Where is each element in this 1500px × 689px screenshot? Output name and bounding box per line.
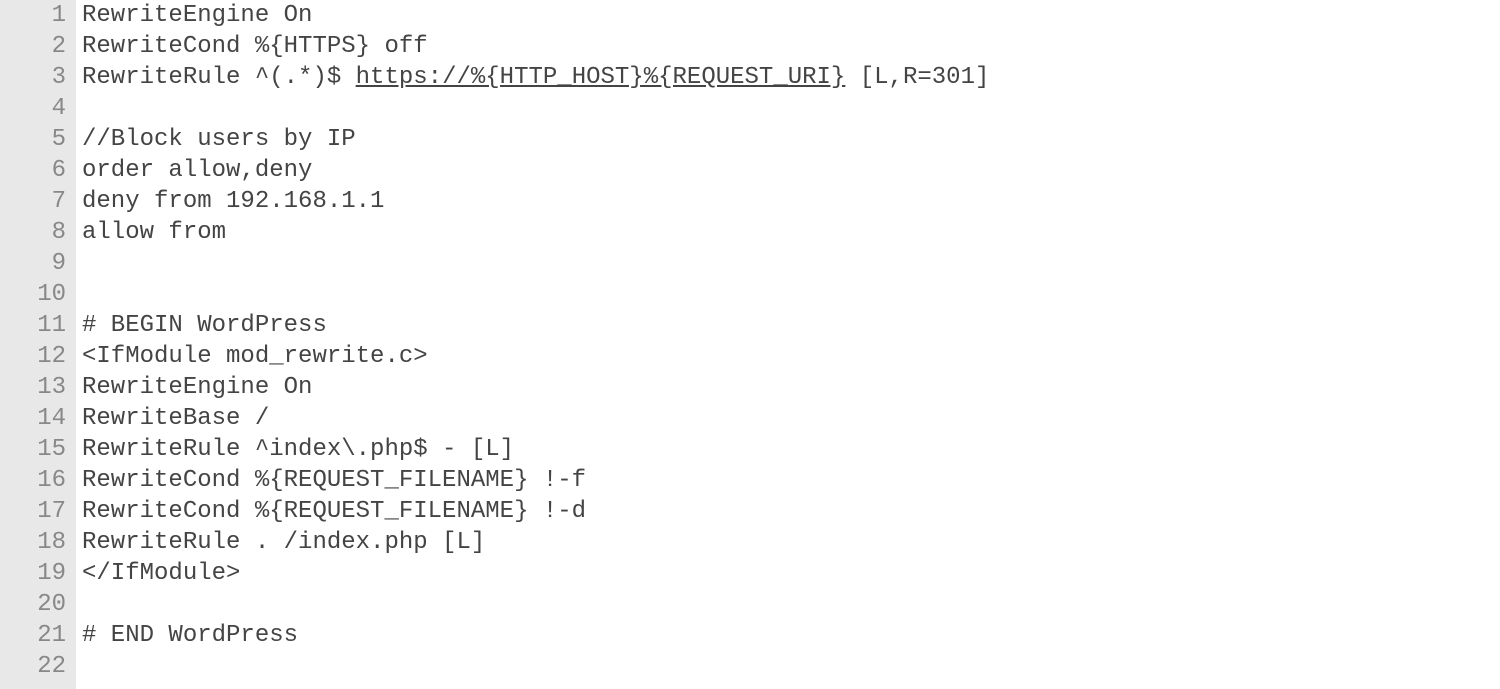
code-text-segment: RewriteBase / <box>82 405 269 432</box>
code-text-segment: deny from 192.168.1.1 <box>82 188 384 215</box>
code-text-segment: //Block users by IP <box>82 126 356 153</box>
code-line[interactable]: RewriteCond %{REQUEST_FILENAME} !-f <box>82 465 989 496</box>
code-text-segment: allow from <box>82 219 226 246</box>
code-text-segment: [L,R=301] <box>845 64 989 91</box>
line-number: 10 <box>0 279 66 310</box>
line-number: 8 <box>0 217 66 248</box>
line-number: 14 <box>0 403 66 434</box>
code-line[interactable]: RewriteEngine On <box>82 0 989 31</box>
code-content[interactable]: RewriteEngine On RewriteCond %{HTTPS} off… <box>76 0 989 689</box>
line-number: 3 <box>0 62 66 93</box>
line-number: 4 <box>0 93 66 124</box>
code-line[interactable]: RewriteRule ^index\.php$ - [L] <box>82 434 989 465</box>
code-text-segment: RewriteRule ^(.*)$ <box>82 64 356 91</box>
code-text-segment: RewriteRule ^index\.php$ - [L] <box>82 436 514 463</box>
line-number: 7 <box>0 186 66 217</box>
code-line[interactable]: <IfModule mod_rewrite.c> <box>82 341 989 372</box>
line-number: 12 <box>0 341 66 372</box>
code-text-segment: RewriteEngine On <box>82 374 312 401</box>
code-line[interactable]: RewriteBase / <box>82 403 989 434</box>
line-number-gutter: 12345678910111213141516171819202122 <box>0 0 76 689</box>
code-editor: 12345678910111213141516171819202122 Rewr… <box>0 0 1500 689</box>
code-line[interactable]: deny from 192.168.1.1 <box>82 186 989 217</box>
code-line[interactable] <box>82 589 989 620</box>
code-text-segment: RewriteEngine On <box>82 2 312 29</box>
line-number: 1 <box>0 0 66 31</box>
code-line[interactable]: RewriteRule ^(.*)$ https://%{HTTP_HOST}%… <box>82 62 989 93</box>
line-number: 20 <box>0 589 66 620</box>
code-text-segment: </IfModule> <box>82 560 240 587</box>
code-line[interactable]: # BEGIN WordPress <box>82 310 989 341</box>
code-line[interactable] <box>82 93 989 124</box>
code-text-segment: # BEGIN WordPress <box>82 312 327 339</box>
code-line[interactable] <box>82 279 989 310</box>
code-line[interactable]: RewriteEngine On <box>82 372 989 403</box>
code-line[interactable]: order allow,deny <box>82 155 989 186</box>
code-line[interactable]: //Block users by IP <box>82 124 989 155</box>
code-line[interactable] <box>82 651 989 682</box>
code-text-segment: <IfModule mod_rewrite.c> <box>82 343 428 370</box>
code-text-segment: order allow,deny <box>82 157 312 184</box>
line-number: 2 <box>0 31 66 62</box>
line-number: 15 <box>0 434 66 465</box>
line-number: 17 <box>0 496 66 527</box>
code-text-segment: RewriteCond %{REQUEST_FILENAME} !-d <box>82 498 586 525</box>
line-number: 13 <box>0 372 66 403</box>
line-number: 18 <box>0 527 66 558</box>
line-number: 19 <box>0 558 66 589</box>
code-line[interactable]: # END WordPress <box>82 620 989 651</box>
code-line[interactable]: RewriteCond %{HTTPS} off <box>82 31 989 62</box>
line-number: 5 <box>0 124 66 155</box>
code-line[interactable]: allow from <box>82 217 989 248</box>
code-text-segment: # END WordPress <box>82 622 298 649</box>
line-number: 16 <box>0 465 66 496</box>
code-line[interactable] <box>82 248 989 279</box>
code-line[interactable]: </IfModule> <box>82 558 989 589</box>
line-number: 22 <box>0 651 66 682</box>
line-number: 6 <box>0 155 66 186</box>
code-line[interactable]: RewriteCond %{REQUEST_FILENAME} !-d <box>82 496 989 527</box>
code-text-segment: RewriteCond %{HTTPS} off <box>82 33 428 60</box>
code-text-segment: RewriteCond %{REQUEST_FILENAME} !-f <box>82 467 586 494</box>
code-link-segment[interactable]: https://%{HTTP_HOST}%{REQUEST_URI} <box>356 64 846 91</box>
line-number: 9 <box>0 248 66 279</box>
code-line[interactable]: RewriteRule . /index.php [L] <box>82 527 989 558</box>
line-number: 21 <box>0 620 66 651</box>
line-number: 11 <box>0 310 66 341</box>
code-text-segment: RewriteRule . /index.php [L] <box>82 529 485 556</box>
